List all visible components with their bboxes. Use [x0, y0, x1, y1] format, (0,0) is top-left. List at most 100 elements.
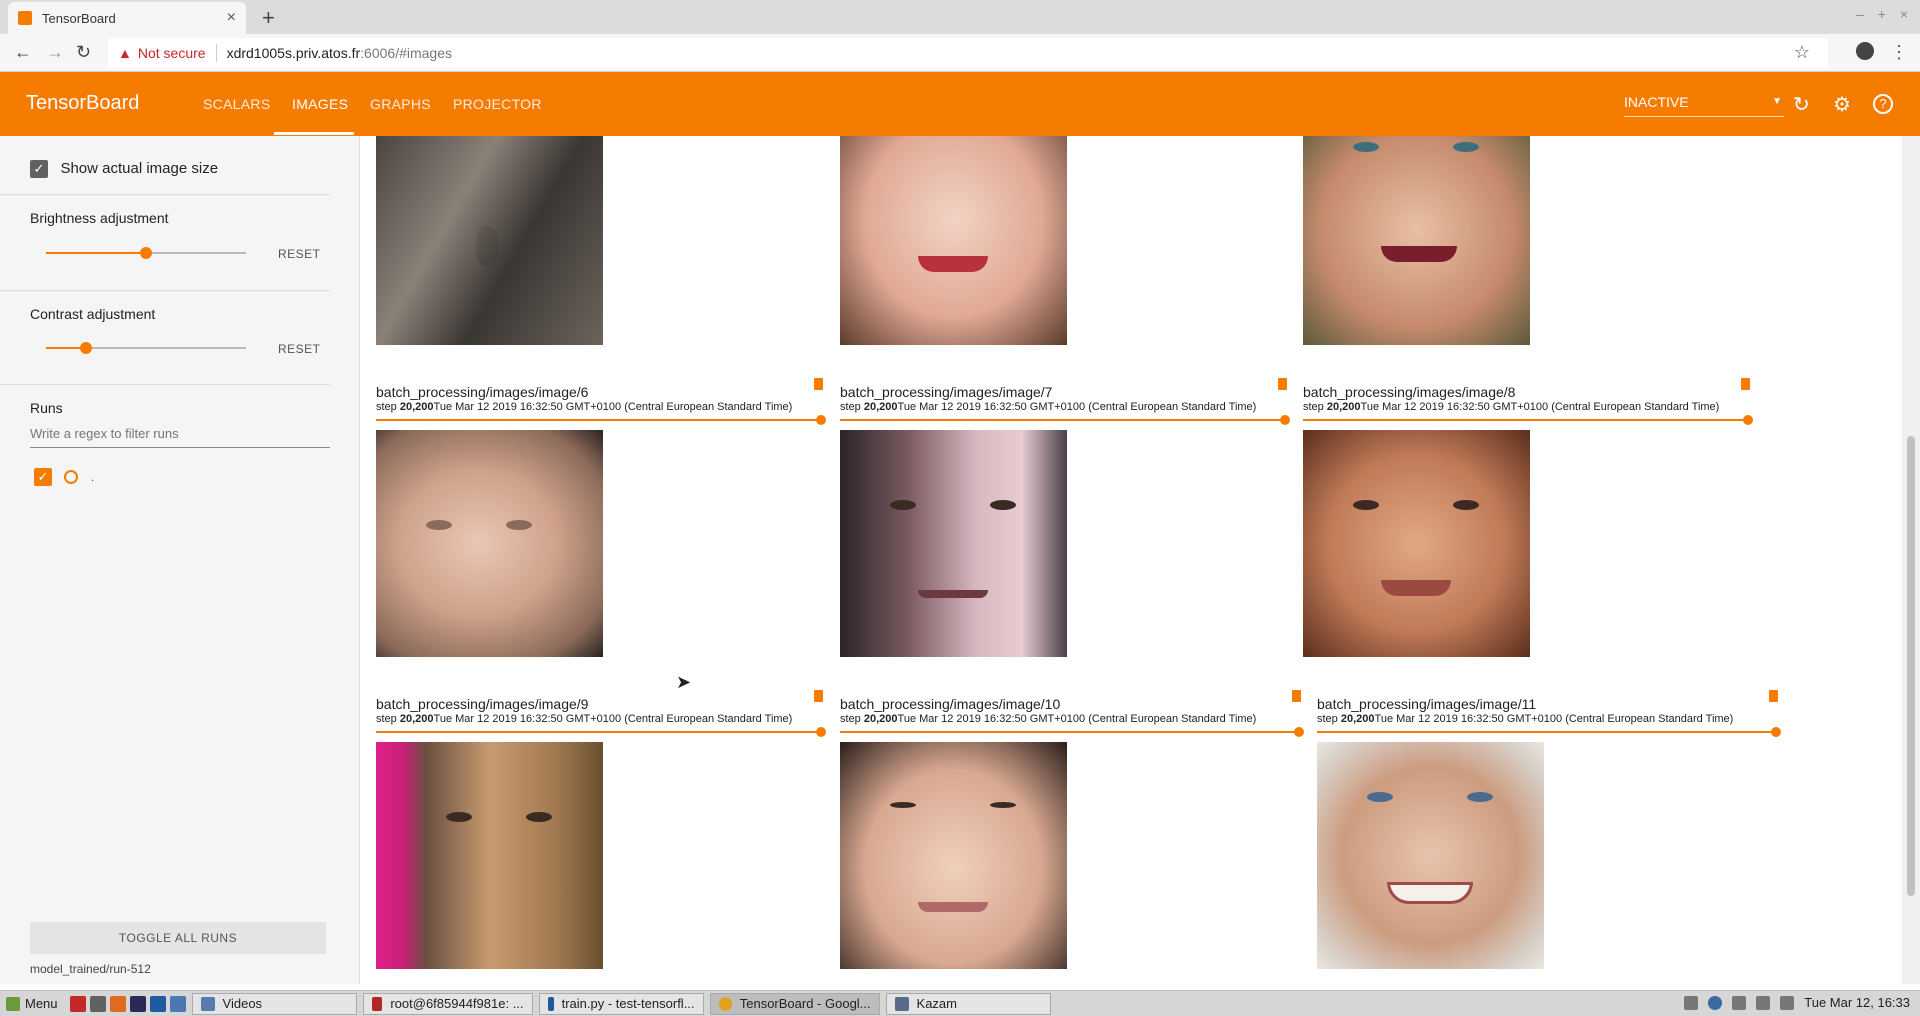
- step-slider-track[interactable]: [840, 731, 1302, 733]
- tab-scalars[interactable]: SCALARS: [203, 96, 270, 112]
- tab-images[interactable]: IMAGES: [292, 96, 348, 112]
- step-slider-knob[interactable]: [1743, 415, 1753, 425]
- forward-arrow-icon[interactable]: →: [46, 42, 64, 63]
- run-path: model_trained/run-512: [30, 962, 151, 976]
- card-menu-icon[interactable]: [1769, 690, 1778, 702]
- brightness-reset-button[interactable]: RESET: [278, 247, 321, 261]
- app-launcher-icon[interactable]: [69, 995, 86, 1012]
- tab-graphs[interactable]: GRAPHS: [370, 96, 431, 112]
- dropdown-caret-icon: ▼: [1772, 96, 1782, 107]
- step-slider-knob[interactable]: [816, 415, 826, 425]
- close-tab-icon[interactable]: ×: [227, 9, 236, 27]
- scrollbar-thumb[interactable]: [1907, 436, 1915, 896]
- image-card-step: step 20,200Tue Mar 12 2019 16:32:50 GMT+…: [1303, 401, 1719, 413]
- image-card-step: step 20,200Tue Mar 12 2019 16:32:50 GMT+…: [840, 401, 1256, 413]
- close-window-icon[interactable]: ×: [1900, 6, 1908, 22]
- vscode-launcher-icon[interactable]: [149, 995, 166, 1012]
- image-partial-3: [1303, 136, 1530, 345]
- step-value: 20,200: [1340, 713, 1375, 725]
- brightness-knob[interactable]: [140, 247, 152, 259]
- image-card-step: step 20,200Tue Mar 12 2019 16:32:50 GMT+…: [840, 713, 1256, 725]
- volume-icon[interactable]: [1756, 995, 1771, 1010]
- step-slider-knob[interactable]: [1280, 415, 1290, 425]
- step-time: Tue Mar 12 2019 16:32:50 GMT+0100 (Centr…: [433, 401, 793, 413]
- image-card-title: batch_processing/images/image/10: [840, 696, 1061, 712]
- card-menu-icon[interactable]: [814, 378, 823, 390]
- show-actual-size-row[interactable]: ✓ Show actual image size: [30, 160, 218, 178]
- ide-launcher-icon[interactable]: [129, 995, 146, 1012]
- run-status-dropdown[interactable]: INACTIVE ▼: [1624, 94, 1784, 117]
- step-slider-track[interactable]: [376, 419, 824, 421]
- step-slider-track[interactable]: [1317, 731, 1779, 733]
- taskbar-item-videos[interactable]: Videos: [191, 992, 357, 1015]
- bookmark-star-icon[interactable]: ☆: [1794, 42, 1810, 63]
- step-slider-knob[interactable]: [816, 727, 826, 737]
- image-6: [376, 430, 603, 657]
- not-secure-label[interactable]: Not secure: [138, 45, 206, 61]
- step-value: 20,200: [863, 401, 898, 413]
- browser-menu-icon[interactable]: ⋮: [1890, 42, 1908, 63]
- step-slider-knob[interactable]: [1294, 727, 1304, 737]
- reload-icon[interactable]: ↻: [1793, 92, 1810, 117]
- maximize-icon[interactable]: +: [1878, 6, 1886, 22]
- folder-icon: [200, 996, 215, 1011]
- step-slider-track[interactable]: [840, 419, 1288, 421]
- minimize-icon[interactable]: –: [1856, 6, 1864, 22]
- reload-icon[interactable]: ↻: [76, 42, 91, 63]
- image-card-step: step 20,200Tue Mar 12 2019 16:32:50 GMT+…: [1317, 713, 1733, 725]
- taskbar-item-terminal[interactable]: root@6f85944f981e: ...: [362, 992, 533, 1015]
- warning-icon: ▲: [118, 45, 132, 61]
- clock[interactable]: Tue Mar 12, 16:33: [1804, 995, 1910, 1010]
- card-menu-icon[interactable]: [1741, 378, 1750, 390]
- camera-icon[interactable]: [1684, 995, 1699, 1010]
- contrast-knob[interactable]: [80, 342, 92, 354]
- sidebar: ✓ Show actual image size Brightness adju…: [0, 136, 360, 984]
- start-menu-button[interactable]: Menu: [6, 996, 58, 1011]
- keyboard-icon[interactable]: [1780, 995, 1795, 1010]
- image-partial-2: [840, 136, 1067, 345]
- step-slider-knob[interactable]: [1771, 727, 1781, 737]
- browser-tab[interactable]: TensorBoard ×: [8, 2, 246, 34]
- taskbar-item-label: TensorBoard - Googl...: [739, 996, 871, 1011]
- network-icon[interactable]: [1732, 995, 1747, 1010]
- card-menu-icon[interactable]: [1292, 690, 1301, 702]
- tensorboard-header: TensorBoard SCALARS IMAGES GRAPHS PROJEC…: [0, 72, 1920, 136]
- terminal-launcher-icon[interactable]: [89, 995, 106, 1012]
- images-panel: batch_processing/images/image/6 step 20,…: [361, 136, 1901, 984]
- show-actual-size-label: Show actual image size: [60, 160, 219, 178]
- new-tab-button[interactable]: +: [262, 5, 275, 31]
- step-prefix: step: [1303, 401, 1327, 413]
- account-avatar-icon[interactable]: [1856, 42, 1874, 60]
- toggle-all-runs-button[interactable]: TOGGLE ALL RUNS: [30, 922, 326, 954]
- shield-icon[interactable]: [1708, 995, 1723, 1010]
- show-actual-size-checkbox[interactable]: ✓: [30, 160, 48, 178]
- settings-gear-icon[interactable]: ⚙: [1833, 92, 1851, 117]
- address-bar[interactable]: ▲ Not secure xdrd1005s.priv.atos.fr :600…: [108, 38, 1828, 68]
- back-arrow-icon[interactable]: ←: [14, 42, 32, 63]
- taskbar-item-label: root@6f85944f981e: ...: [390, 996, 524, 1011]
- run-checkbox[interactable]: ✓: [34, 468, 52, 486]
- run-row[interactable]: ✓ .: [34, 468, 94, 486]
- files-launcher-icon[interactable]: [169, 995, 186, 1012]
- taskbar-item-kazam[interactable]: Kazam: [885, 992, 1051, 1015]
- step-slider-track[interactable]: [376, 731, 824, 733]
- contrast-reset-button[interactable]: RESET: [278, 342, 321, 356]
- run-name: .: [90, 470, 95, 485]
- step-slider-track[interactable]: [1303, 419, 1751, 421]
- image-partial-1: [376, 136, 603, 345]
- image-card-title: batch_processing/images/image/6: [376, 384, 589, 400]
- card-menu-icon[interactable]: [814, 690, 823, 702]
- step-time: Tue Mar 12 2019 16:32:50 GMT+0100 (Centr…: [1360, 401, 1720, 413]
- page-scrollbar[interactable]: [1902, 136, 1920, 984]
- firefox-launcher-icon[interactable]: [109, 995, 126, 1012]
- card-menu-icon[interactable]: [1278, 378, 1287, 390]
- step-prefix: step: [376, 401, 400, 413]
- taskbar-item-chrome[interactable]: TensorBoard - Googl...: [709, 992, 880, 1015]
- help-icon[interactable]: ?: [1873, 94, 1893, 114]
- run-color-radio[interactable]: [64, 470, 79, 484]
- runs-label: Runs: [30, 400, 63, 416]
- chrome-icon: [718, 996, 732, 1011]
- run-filter-input[interactable]: [30, 426, 330, 448]
- tab-projector[interactable]: PROJECTOR: [453, 96, 542, 112]
- taskbar-item-editor[interactable]: train.py - test-tensorfl...: [538, 992, 704, 1015]
